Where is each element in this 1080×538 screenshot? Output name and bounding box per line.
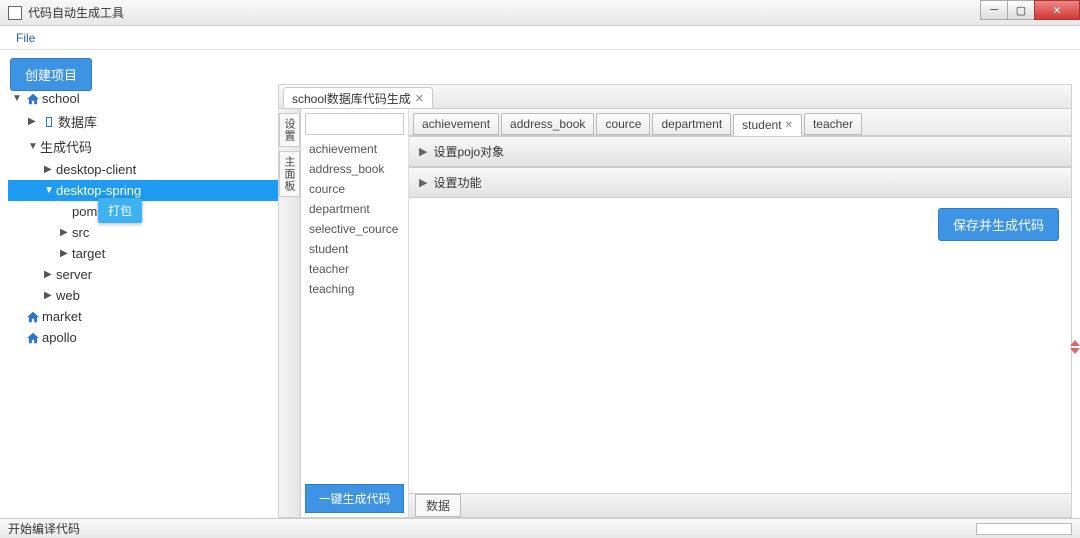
tree-label: src — [72, 225, 89, 240]
editor-tabs: school数据库代码生成 ✕ — [279, 85, 1071, 109]
window-titlebar: 代码自动生成工具 ─ ▢ ✕ — [0, 0, 1080, 26]
side-tab-main-panel[interactable]: 主面板 — [279, 151, 300, 197]
tree-label: server — [56, 267, 92, 282]
collapse-icon: ▶ — [419, 176, 427, 189]
home-icon — [24, 331, 42, 345]
subtab-label: student — [742, 118, 781, 132]
database-icon — [40, 116, 58, 128]
expand-icon: ▶ — [44, 269, 56, 280]
right-marker-icon — [1070, 340, 1080, 380]
entity-item[interactable]: teaching — [301, 279, 408, 299]
expand-icon: ▼ — [44, 185, 56, 196]
tree-label: web — [56, 288, 80, 303]
expand-icon: ▶ — [28, 116, 40, 127]
subtab-label: cource — [605, 117, 641, 131]
save-row: 保存并生成代码 — [409, 198, 1071, 251]
entity-filter-input[interactable] — [305, 113, 404, 135]
subtab-teacher[interactable]: teacher — [804, 113, 862, 135]
minimize-button[interactable]: ─ — [980, 0, 1008, 20]
home-icon — [24, 92, 42, 106]
window-title: 代码自动生成工具 — [28, 4, 124, 21]
tree-label: desktop-client — [56, 162, 136, 177]
subtab-label: achievement — [422, 117, 490, 131]
tree-node-school[interactable]: ▼ school — [8, 88, 278, 109]
subtab-department[interactable]: department — [652, 113, 731, 135]
tree-label: 数据库 — [58, 112, 97, 131]
editor-tab-school-gen[interactable]: school数据库代码生成 ✕ — [283, 87, 433, 108]
editor-tab-label: school数据库代码生成 — [292, 90, 411, 107]
tree-label: 生成代码 — [40, 137, 92, 156]
tree-node-desktop-client[interactable]: ▶ desktop-client — [8, 159, 278, 180]
tree-node-apollo[interactable]: apollo — [8, 327, 278, 348]
subtab-label: department — [661, 117, 722, 131]
accordion-label: 设置功能 — [433, 174, 481, 191]
accordion-pojo[interactable]: ▶ 设置pojo对象 — [409, 136, 1071, 167]
entity-list[interactable]: achievement address_book cource departme… — [301, 139, 408, 480]
menu-file[interactable]: File — [8, 29, 43, 47]
close-icon[interactable]: ✕ — [415, 92, 424, 105]
entity-subtabs: achievement address_book cource departme… — [409, 109, 1071, 136]
tree-node-database[interactable]: ▶ 数据库 — [8, 109, 278, 134]
expand-icon: ▼ — [28, 141, 40, 152]
expand-icon: ▶ — [44, 164, 56, 175]
config-column: achievement address_book cource departme… — [409, 109, 1071, 517]
subtab-address-book[interactable]: address_book — [501, 113, 594, 135]
tree-node-server[interactable]: ▶ server — [8, 264, 278, 285]
entity-item[interactable]: address_book — [301, 159, 408, 179]
editor-panel: school数据库代码生成 ✕ 设置 主面板 achievement addre… — [278, 84, 1072, 518]
entity-item[interactable]: cource — [301, 179, 408, 199]
accordion-area: ▶ 设置pojo对象 ▶ 设置功能 保存并生成代码 — [409, 136, 1071, 493]
status-text: 开始编译代码 — [8, 520, 80, 537]
project-tree[interactable]: ▼ school ▶ 数据库 ▼ 生成代码 ▶ desktop-client ▼… — [8, 84, 278, 518]
bottom-tab-data[interactable]: 数据 — [415, 494, 461, 517]
expand-icon: ▶ — [44, 290, 56, 301]
entity-item[interactable]: department — [301, 199, 408, 219]
one-click-generate-button[interactable]: 一键生成代码 — [305, 484, 404, 513]
accordion-label: 设置pojo对象 — [433, 143, 504, 160]
statusbar: 开始编译代码 — [0, 518, 1080, 538]
entity-item[interactable]: student — [301, 239, 408, 259]
subtab-student[interactable]: student ✕ — [733, 114, 802, 136]
subtab-cource[interactable]: cource — [596, 113, 650, 135]
expand-icon: ▼ — [12, 93, 24, 104]
tree-label: desktop-spring — [56, 183, 141, 198]
tree-node-target[interactable]: ▶ target — [8, 243, 278, 264]
vertical-tabs: 设置 主面板 — [279, 109, 301, 517]
entity-item[interactable]: achievement — [301, 139, 408, 159]
context-menu-pack[interactable]: 打包 — [98, 198, 142, 223]
save-and-generate-button[interactable]: 保存并生成代码 — [938, 208, 1059, 241]
maximize-button[interactable]: ▢ — [1007, 0, 1035, 20]
subtab-label: address_book — [510, 117, 585, 131]
entity-item[interactable]: teacher — [301, 259, 408, 279]
side-tab-settings[interactable]: 设置 — [279, 113, 300, 147]
main-area: ▼ school ▶ 数据库 ▼ 生成代码 ▶ desktop-client ▼… — [8, 84, 1072, 518]
window-controls: ─ ▢ ✕ — [981, 0, 1080, 20]
tree-node-web[interactable]: ▶ web — [8, 285, 278, 306]
subtab-achievement[interactable]: achievement — [413, 113, 499, 135]
tree-node-market[interactable]: market — [8, 306, 278, 327]
home-icon — [24, 310, 42, 324]
tree-label: target — [72, 246, 105, 261]
tree-label: school — [42, 91, 80, 106]
tree-label: apollo — [42, 330, 77, 345]
app-icon — [8, 6, 22, 20]
expand-icon: ▶ — [60, 248, 72, 259]
editor-body: 设置 主面板 achievement address_book cource d… — [279, 109, 1071, 517]
collapse-icon: ▶ — [419, 145, 427, 158]
close-icon[interactable]: ✕ — [785, 120, 793, 131]
tree-node-src[interactable]: ▶ src — [8, 222, 278, 243]
close-button[interactable]: ✕ — [1034, 0, 1080, 20]
progress-bar — [976, 523, 1072, 535]
menubar: File — [0, 26, 1080, 50]
accordion-func[interactable]: ▶ 设置功能 — [409, 167, 1071, 198]
tree-node-desktop-spring[interactable]: ▼ desktop-spring — [8, 180, 278, 201]
tree-node-gen-code[interactable]: ▼ 生成代码 — [8, 134, 278, 159]
entity-column: achievement address_book cource departme… — [301, 109, 409, 517]
tree-node-pom-xml[interactable]: pom.xml — [8, 201, 278, 222]
subtab-label: teacher — [813, 117, 853, 131]
bottom-tabs: 数据 — [409, 493, 1071, 517]
tree-label: market — [42, 309, 82, 324]
entity-item[interactable]: selective_cource — [301, 219, 408, 239]
expand-icon: ▶ — [60, 227, 72, 238]
